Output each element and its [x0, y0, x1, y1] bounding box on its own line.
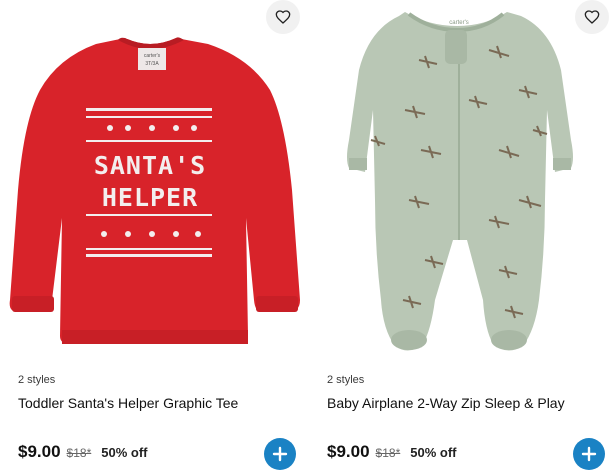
heart-outline-icon	[275, 10, 291, 24]
price-row: $9.00 $18* 50% off	[18, 442, 147, 462]
original-price: $18*	[375, 446, 401, 460]
product-name[interactable]: Toddler Santa's Helper Graphic Tee	[18, 395, 238, 411]
heart-outline-icon	[584, 10, 600, 24]
product-name[interactable]: Baby Airplane 2-Way Zip Sleep & Play	[327, 395, 565, 411]
discount-label: 50% off	[410, 445, 457, 460]
product-image[interactable]: carter's	[309, 0, 609, 362]
styles-count: 2 styles	[18, 374, 56, 386]
tag-brand: carter's	[144, 53, 161, 59]
original-price: $18*	[66, 446, 92, 460]
favorite-button[interactable]	[575, 0, 609, 34]
airplane-sleep-and-play-image: carter's	[347, 12, 573, 351]
sale-price: $9.00	[18, 442, 61, 461]
tag-brand: carter's	[449, 20, 468, 26]
add-to-bag-button[interactable]	[573, 438, 605, 470]
plus-icon	[272, 446, 288, 462]
price-row: $9.00 $18* 50% off	[327, 442, 456, 462]
product-image[interactable]: carter's 3T/3A SANTA'S HELPER	[0, 0, 301, 362]
sale-price: $9.00	[327, 442, 370, 461]
add-to-bag-button[interactable]	[264, 438, 296, 470]
favorite-button[interactable]	[266, 0, 300, 34]
product-card: carter's 3T/3A SANTA'S HELPER 2 styles T…	[0, 0, 301, 470]
red-long-sleeve-tee-image: carter's 3T/3A SANTA'S HELPER	[9, 37, 301, 344]
plus-icon	[581, 446, 597, 462]
graphic-line-2: HELPER	[102, 183, 198, 212]
graphic-line-1: SANTA'S	[94, 151, 206, 180]
tag-size: 3T/3A	[145, 61, 159, 67]
product-card: carter's 2 styles Baby Airplane 2-Way Zi…	[309, 0, 609, 470]
styles-count: 2 styles	[327, 374, 365, 386]
discount-label: 50% off	[101, 445, 148, 460]
